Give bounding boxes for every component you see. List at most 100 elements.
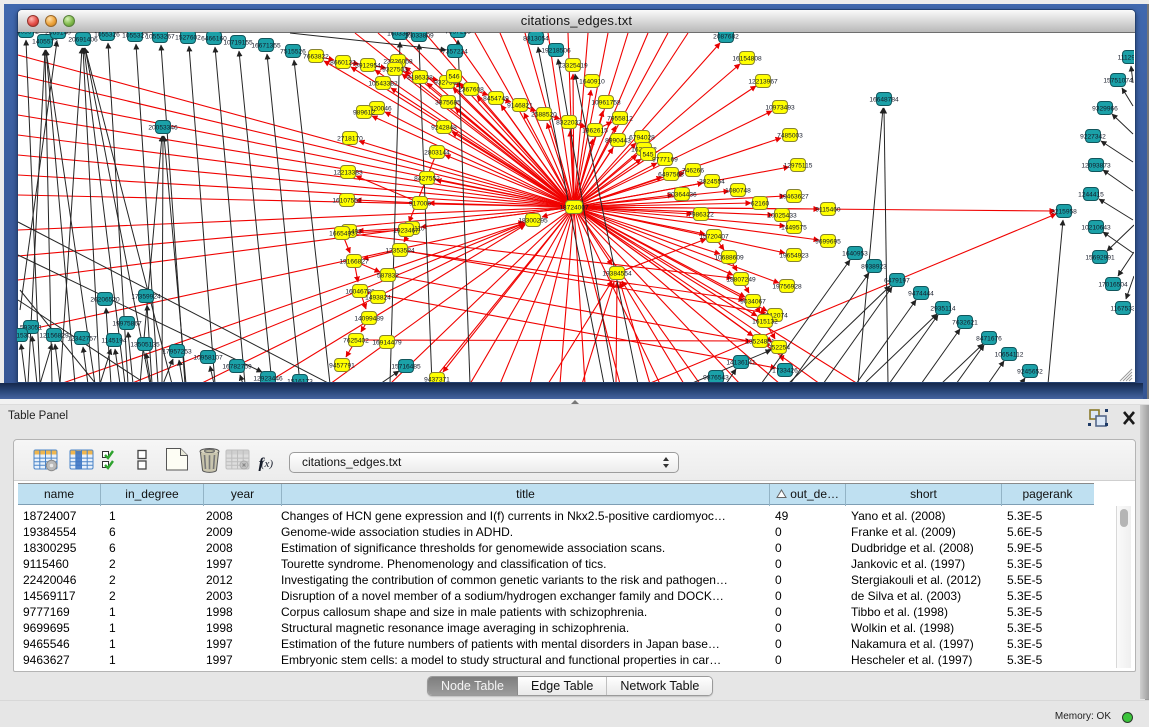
svg-text:1527602: 1527602 [175, 34, 201, 41]
svg-text:1923467: 1923467 [393, 227, 419, 234]
svg-text:1516173: 1516173 [287, 378, 313, 382]
svg-text:16154808: 16154808 [732, 55, 762, 62]
svg-text:8938923: 8938923 [861, 263, 887, 270]
svg-text:1167533: 1167533 [1110, 305, 1134, 312]
svg-text:19756928: 19756928 [772, 283, 802, 290]
svg-text:7357225: 7357225 [445, 32, 471, 35]
svg-text:1449575: 1449575 [781, 224, 807, 231]
svg-text:16914479: 16914479 [372, 339, 402, 346]
svg-text:9876543: 9876543 [703, 374, 729, 381]
svg-text:9329966: 9329966 [1092, 105, 1118, 112]
svg-text:9245652: 9245652 [1017, 368, 1043, 375]
svg-text:2935114: 2935114 [930, 305, 956, 312]
svg-text:12975115: 12975115 [784, 162, 813, 169]
svg-text:19218506: 19218506 [541, 47, 571, 54]
svg-text:12093873: 12093873 [1081, 162, 1111, 169]
svg-text:1362615: 1362615 [582, 127, 608, 134]
svg-text:9474444: 9474444 [908, 290, 934, 297]
svg-text:10543382: 10543382 [368, 80, 398, 87]
svg-text:14136141: 14136141 [726, 359, 756, 366]
svg-text:989612: 989612 [353, 109, 375, 116]
svg-text:10973493: 10973493 [765, 104, 795, 111]
svg-text:26206520: 26206520 [90, 296, 120, 303]
svg-text:9146821: 9146821 [507, 102, 533, 109]
svg-text:3875685: 3875685 [435, 99, 461, 106]
svg-text:18300295: 18300295 [518, 217, 548, 224]
svg-text:7485003: 7485003 [777, 132, 803, 139]
svg-text:587832: 587832 [377, 272, 399, 279]
svg-text:17957253: 17957253 [162, 348, 192, 355]
svg-text:3215958: 3215958 [1051, 208, 1077, 215]
svg-text:17359924: 17359924 [131, 293, 161, 300]
svg-text:10210643: 10210643 [1081, 224, 1111, 231]
svg-text:9327503: 9327503 [382, 66, 408, 73]
svg-text:1055327: 1055327 [122, 32, 148, 39]
svg-text:16107552: 16107552 [332, 197, 362, 204]
svg-text:9115460: 9115460 [815, 206, 841, 213]
svg-text:2718170: 2718170 [337, 135, 363, 142]
svg-text:8813054: 8813054 [523, 35, 549, 42]
svg-text:6794028: 6794028 [629, 134, 655, 141]
svg-text:6479197: 6479197 [884, 277, 910, 284]
svg-text:7955812: 7955812 [607, 115, 633, 122]
svg-text:3824554: 3824554 [699, 178, 725, 185]
svg-text:1640953: 1640953 [842, 250, 868, 257]
svg-text:12213967: 12213967 [748, 78, 778, 85]
svg-text:1665493: 1665493 [329, 230, 355, 237]
svg-text:1080748: 1080748 [725, 187, 751, 194]
svg-text:9699695: 9699695 [815, 238, 841, 245]
svg-text:12353584: 12353584 [385, 247, 415, 254]
svg-text:1405572: 1405572 [17, 32, 39, 35]
svg-text:252254: 252254 [768, 344, 790, 351]
svg-text:746266: 746266 [682, 167, 704, 174]
svg-text:19384554: 19384554 [602, 270, 632, 277]
svg-text:8186328: 8186328 [407, 74, 433, 81]
svg-text:8660123: 8660123 [330, 59, 356, 66]
svg-text:8471676: 8471676 [976, 335, 1002, 342]
svg-text:1615132: 1615132 [752, 318, 778, 325]
svg-text:2803144: 2803144 [424, 149, 450, 156]
svg-text:1493824: 1493824 [365, 294, 391, 301]
svg-text:20053346: 20053346 [148, 124, 178, 131]
svg-text:9437371: 9437371 [424, 376, 450, 382]
svg-text:10958107: 10958107 [193, 354, 223, 361]
svg-text:917006: 917006 [409, 200, 431, 207]
svg-text:17016504: 17016504 [1098, 281, 1128, 288]
svg-text:19166827: 19166827 [339, 258, 369, 265]
svg-text:12213383: 12213383 [333, 169, 363, 176]
svg-text:6497568: 6497568 [658, 171, 684, 178]
svg-text:18807249: 18807249 [726, 276, 756, 283]
svg-text:13325419: 13325419 [558, 62, 588, 69]
svg-text:13505135: 13505135 [130, 341, 160, 348]
svg-text:391530: 391530 [17, 332, 31, 339]
svg-text:10688609: 10688609 [714, 254, 744, 261]
svg-text:1733426: 1733426 [772, 367, 798, 374]
svg-text:12156829: 12156829 [39, 332, 69, 339]
svg-text:9227342: 9227342 [1080, 133, 1106, 140]
svg-text:19975867: 19975867 [112, 320, 142, 327]
svg-text:12923446: 12923446 [253, 375, 283, 382]
svg-text:7986322: 7986322 [688, 211, 714, 218]
svg-text:8990443: 8990443 [605, 137, 631, 144]
svg-text:7357224: 7357224 [442, 48, 468, 55]
svg-text:20364436: 20364436 [667, 191, 697, 198]
svg-text:7625402: 7625402 [343, 337, 369, 344]
svg-text:15751074: 15751074 [1103, 77, 1133, 84]
svg-text:10654112: 10654112 [995, 351, 1024, 358]
svg-text:12342757: 12342757 [67, 335, 97, 342]
svg-text:15692991: 15692991 [1085, 254, 1115, 261]
svg-text:1145194: 1145194 [101, 337, 127, 344]
svg-text:19654923: 19654923 [779, 252, 809, 259]
svg-text:9457791: 9457791 [329, 362, 355, 369]
svg-text:3912954: 3912954 [355, 62, 381, 69]
svg-text:(x): (x) [261, 458, 274, 470]
svg-text:15716485: 15716485 [391, 363, 421, 370]
svg-text:2367608: 2367608 [458, 86, 484, 93]
svg-text:15720407: 15720407 [699, 233, 729, 240]
svg-text:7632621: 7632621 [952, 319, 978, 326]
svg-text:10961758: 10961758 [591, 99, 621, 106]
svg-text:10719155: 10719155 [223, 39, 253, 46]
svg-text:9777169: 9777169 [652, 156, 678, 163]
svg-text:9242848: 9242848 [431, 124, 457, 131]
svg-text:8427552: 8427552 [414, 175, 440, 182]
